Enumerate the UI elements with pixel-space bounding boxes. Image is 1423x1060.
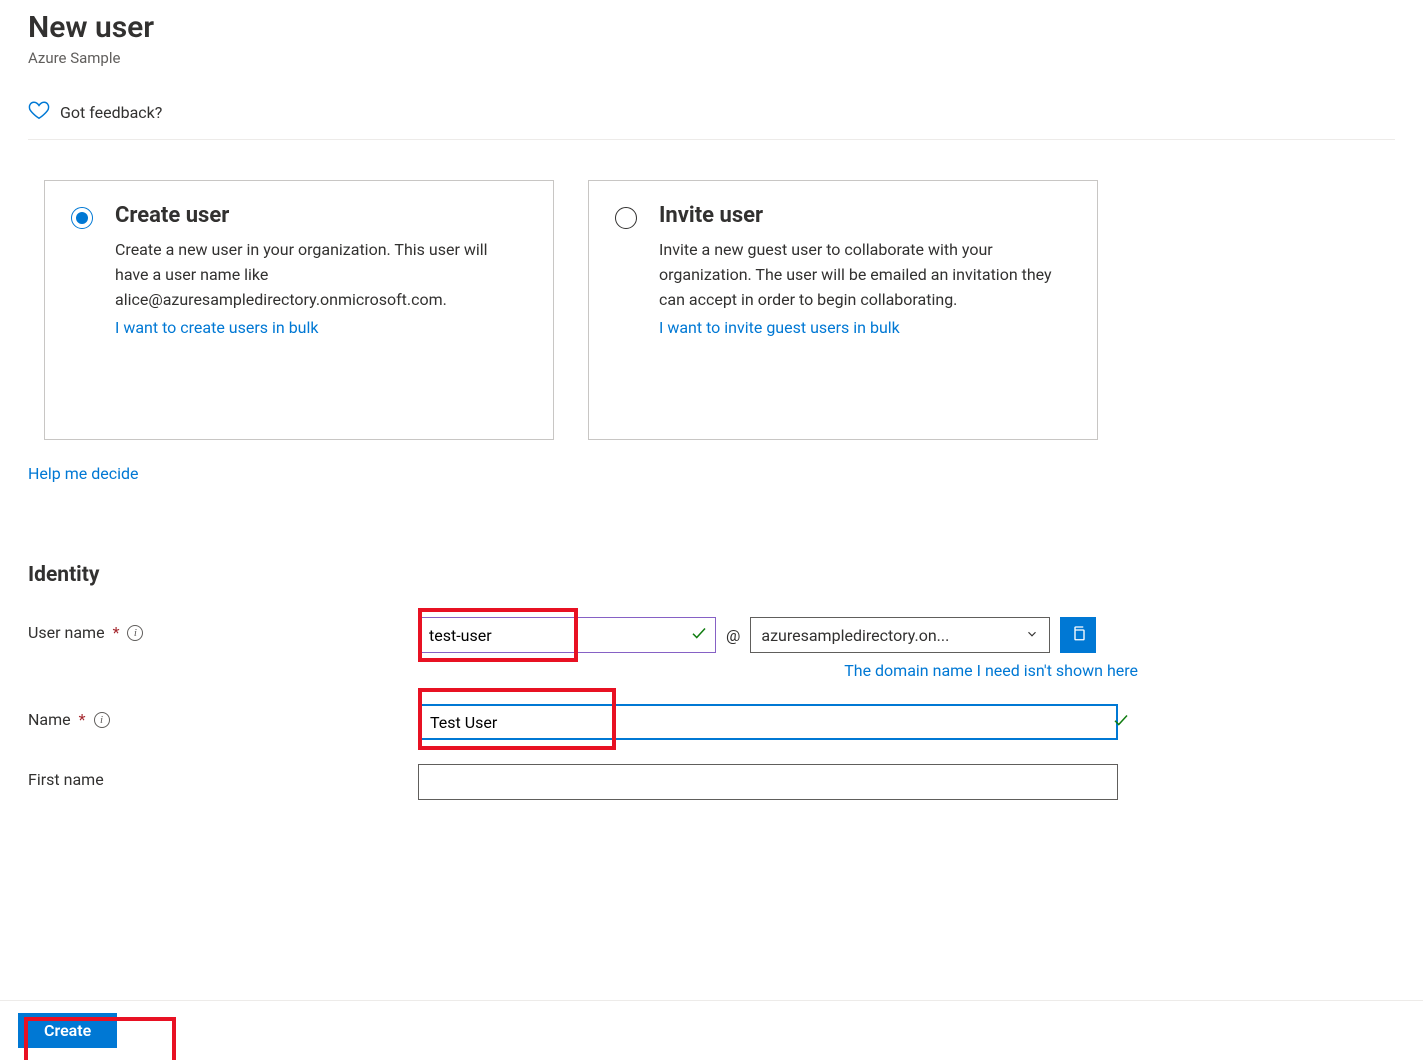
firstname-input[interactable] xyxy=(418,764,1118,800)
feedback-label: Got feedback? xyxy=(60,103,162,122)
firstname-label: First name xyxy=(28,770,104,789)
footer-bar: Create xyxy=(0,1000,1423,1060)
create-bulk-link[interactable]: I want to create users in bulk xyxy=(115,318,319,337)
identity-heading: Identity xyxy=(28,563,1395,587)
radio-icon xyxy=(71,207,93,229)
create-user-title: Create user xyxy=(115,203,515,228)
invite-user-description: Invite a new guest user to collaborate w… xyxy=(659,238,1059,312)
invite-user-option[interactable]: Invite user Invite a new guest user to c… xyxy=(588,180,1098,440)
create-button[interactable]: Create xyxy=(18,1013,117,1048)
required-indicator: * xyxy=(79,710,86,729)
create-user-description: Create a new user in your organization. … xyxy=(115,238,515,312)
name-input[interactable] xyxy=(418,704,1118,740)
checkmark-icon xyxy=(690,624,708,646)
username-label: User name xyxy=(28,623,105,642)
create-user-option[interactable]: Create user Create a new user in your or… xyxy=(44,180,554,440)
copy-icon xyxy=(1069,624,1087,646)
checkmark-icon xyxy=(1112,711,1130,733)
feedback-link[interactable]: Got feedback? xyxy=(28,91,1395,139)
required-indicator: * xyxy=(113,623,120,642)
heart-icon xyxy=(28,99,50,125)
radio-icon xyxy=(615,207,637,229)
page-title: New user xyxy=(28,10,1395,45)
info-icon[interactable]: i xyxy=(127,625,143,641)
name-label: Name xyxy=(28,710,71,729)
invite-bulk-link[interactable]: I want to invite guest users in bulk xyxy=(659,318,900,337)
help-me-decide-link[interactable]: Help me decide xyxy=(28,464,139,483)
at-sign: @ xyxy=(726,626,740,645)
copy-button[interactable] xyxy=(1060,617,1096,653)
invite-user-title: Invite user xyxy=(659,203,1059,228)
chevron-down-icon xyxy=(1025,626,1039,645)
domain-value: azuresampledirectory.on... xyxy=(761,626,949,645)
username-input[interactable] xyxy=(418,617,716,653)
info-icon[interactable]: i xyxy=(94,712,110,728)
page-subtitle: Azure Sample xyxy=(28,49,1395,67)
domain-help-link[interactable]: The domain name I need isn't shown here xyxy=(844,661,1138,680)
domain-select[interactable]: azuresampledirectory.on... xyxy=(750,617,1050,653)
